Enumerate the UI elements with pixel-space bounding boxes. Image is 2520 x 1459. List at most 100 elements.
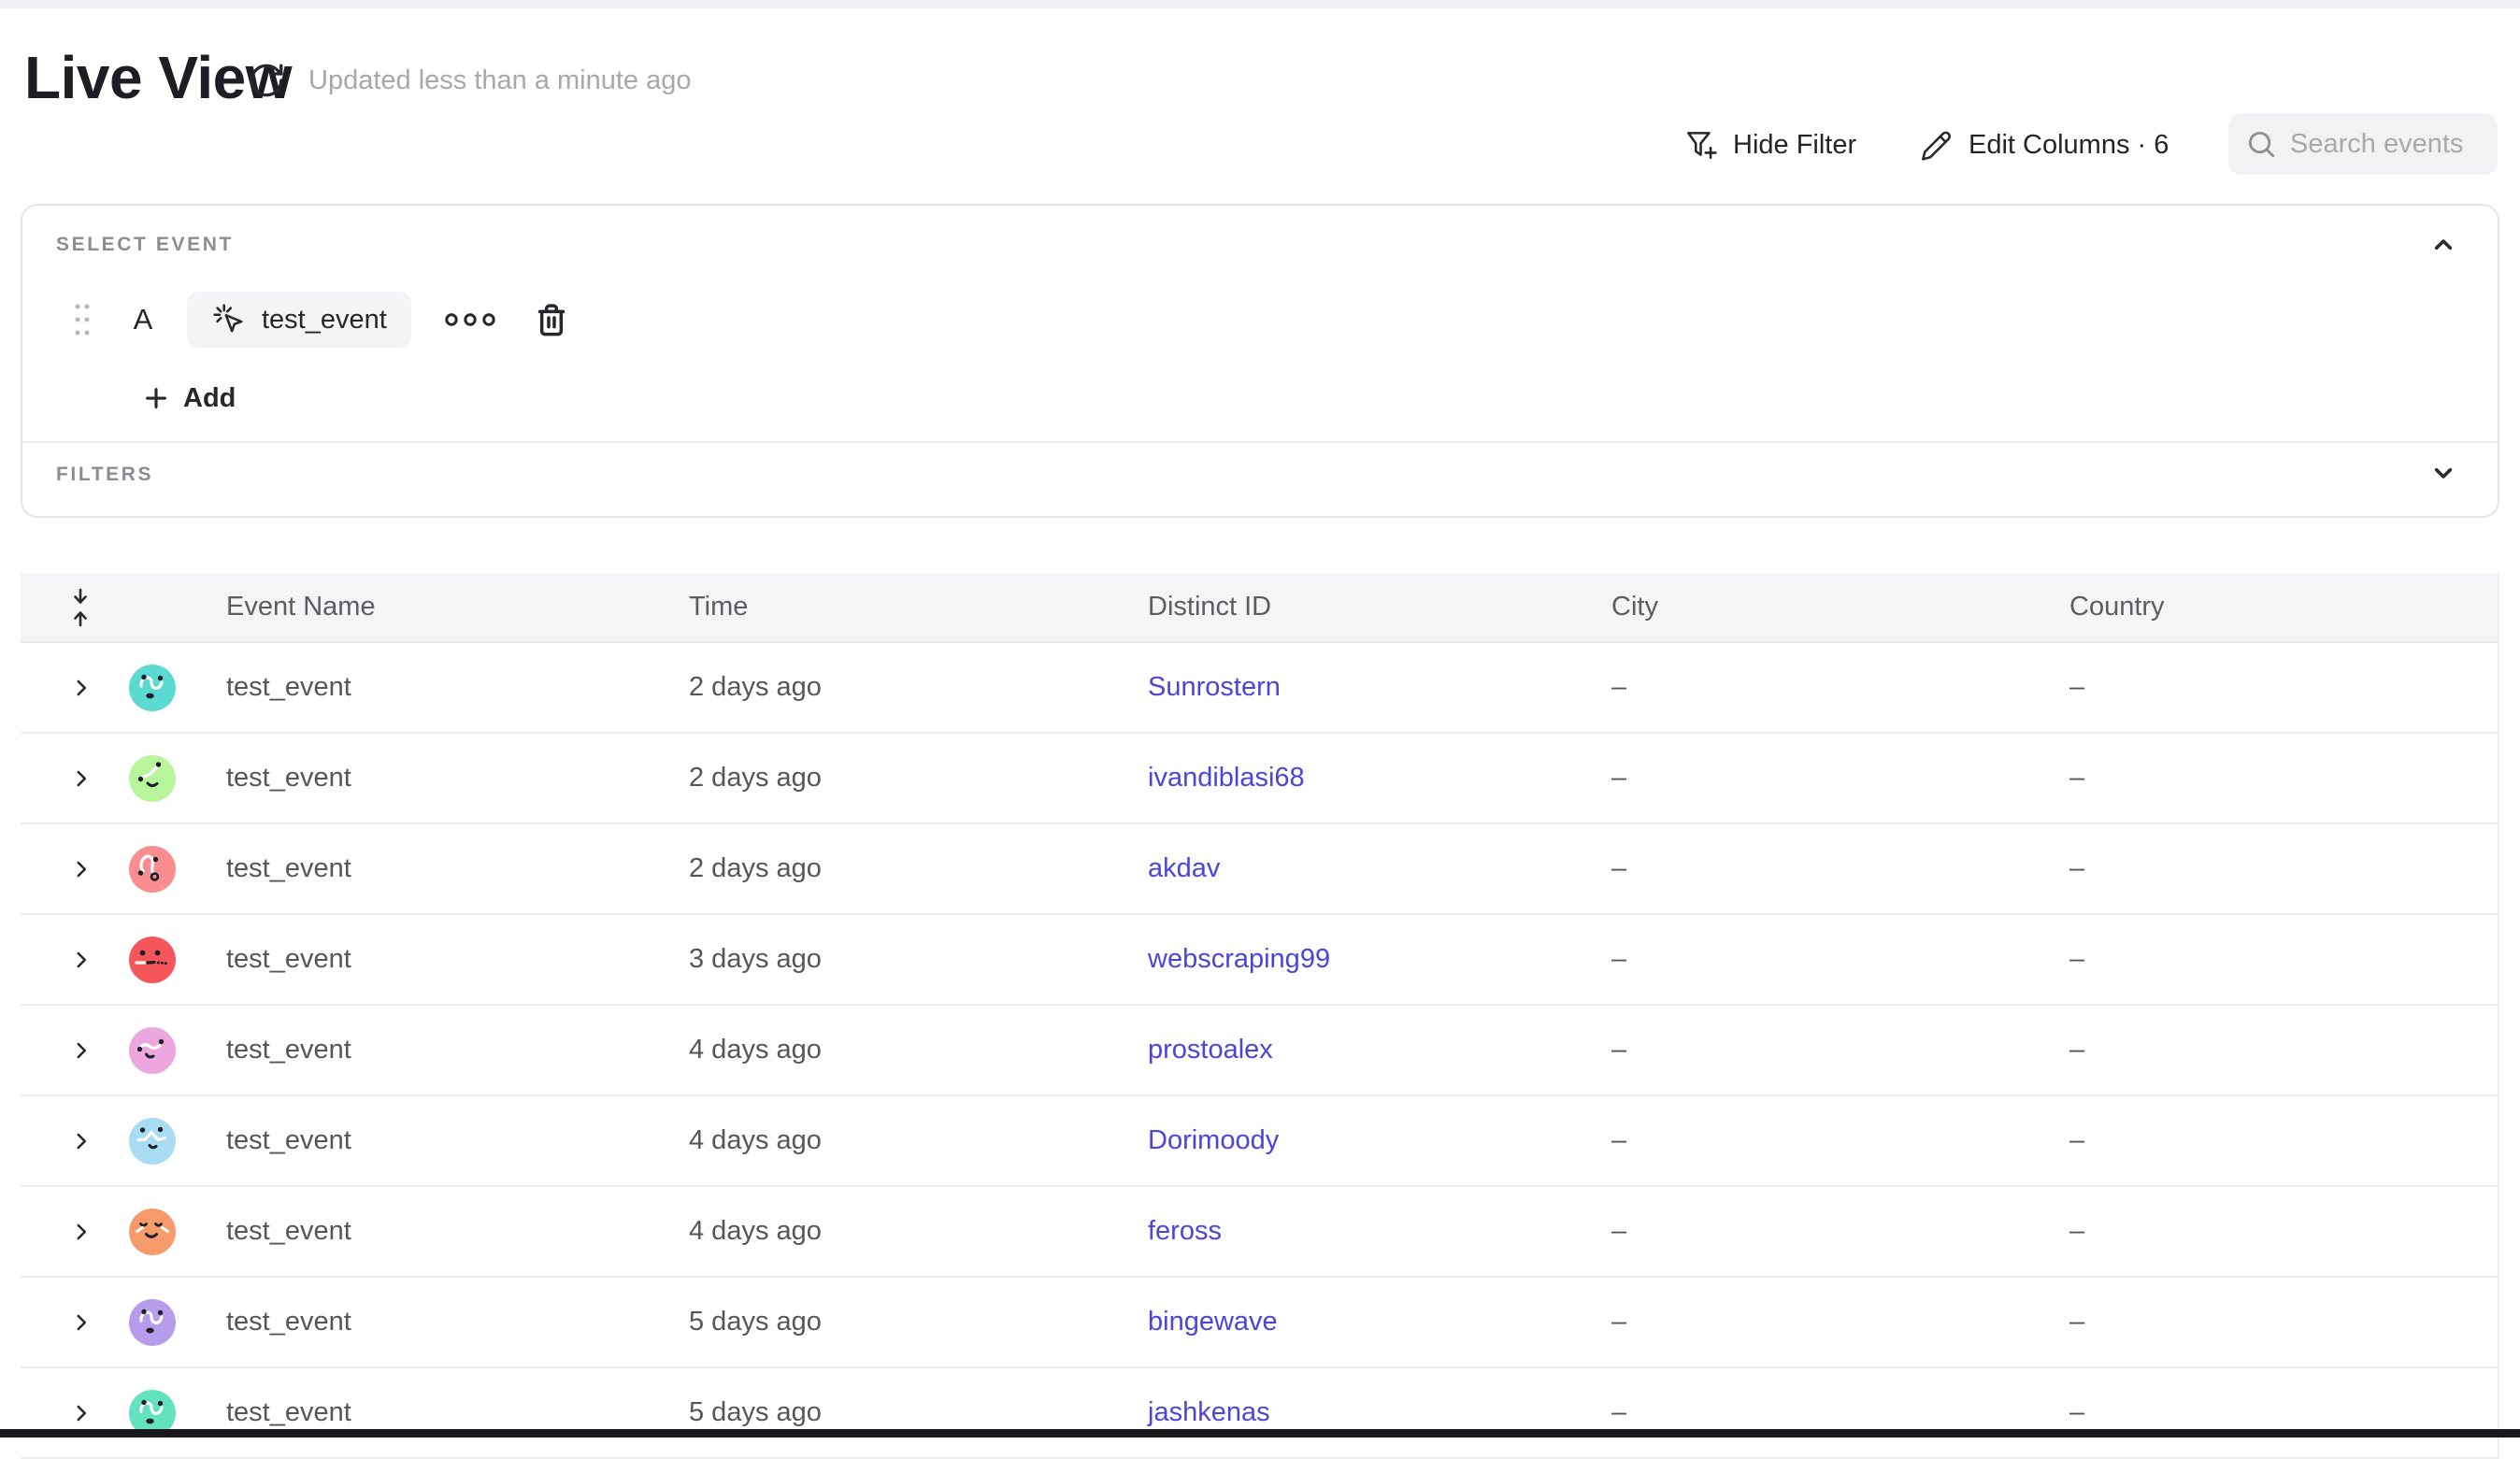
chevron-right-icon (69, 1220, 93, 1244)
row-expand-button[interactable] (69, 1309, 95, 1336)
plus-icon (142, 384, 170, 412)
user-avatar (129, 846, 176, 893)
row-controls-cell (21, 1299, 226, 1346)
table-row: test_event5 days agojashkenas–– (21, 1368, 2498, 1459)
distinct-id-cell: Dorimoody (1148, 1125, 1611, 1156)
country-cell: – (2069, 1035, 2498, 1066)
distinct-id-link[interactable]: prostoalex (1148, 1035, 1273, 1065)
event-options-button[interactable] (443, 308, 497, 331)
row-controls-cell (21, 1027, 226, 1074)
city-cell: – (1611, 853, 2069, 884)
distinct-id-link[interactable]: feross (1148, 1216, 1222, 1246)
face-zigzag-icon (129, 1118, 176, 1165)
table-row: test_event2 days agoivandiblasi68–– (21, 734, 2498, 824)
time-cell: 4 days ago (689, 1216, 1148, 1247)
time-cell: 3 days ago (689, 944, 1148, 975)
event-name-cell: test_event (226, 1216, 689, 1247)
time-cell: 2 days ago (689, 763, 1148, 794)
distinct-id-link[interactable]: Sunrostern (1148, 672, 1281, 702)
expand-filters-button[interactable] (2428, 456, 2470, 490)
event-name-cell: test_event (226, 1397, 689, 1428)
event-query-row: A test_event (71, 292, 570, 348)
distinct-id-cell: webscraping99 (1148, 944, 1611, 975)
chevron-right-icon (69, 1401, 93, 1425)
row-controls-cell (21, 755, 226, 802)
event-name-cell: test_event (226, 672, 689, 703)
series-letter: A (131, 303, 155, 336)
pencil-icon (1918, 127, 1954, 163)
hide-filter-label: Hide Filter (1733, 130, 1856, 161)
chevron-right-icon (69, 1129, 93, 1153)
time-cell: 4 days ago (689, 1125, 1148, 1156)
distinct-id-link[interactable]: bingewave (1148, 1307, 1278, 1337)
distinct-id-link[interactable]: jashkenas (1148, 1397, 1270, 1427)
distinct-id-link[interactable]: akdav (1148, 853, 1220, 883)
face-loop-ring-icon (129, 846, 176, 893)
time-cell: 5 days ago (689, 1307, 1148, 1337)
row-expand-button[interactable] (69, 1219, 95, 1245)
row-expand-button[interactable] (69, 856, 95, 882)
collapse-vertical-icon (67, 586, 93, 629)
selected-event-button[interactable]: test_event (187, 292, 411, 348)
row-expand-button[interactable] (69, 765, 95, 792)
city-cell: – (1611, 1216, 2069, 1247)
city-cell: – (1611, 1035, 2069, 1066)
search-events-input[interactable] (2290, 129, 2468, 160)
chevron-right-icon (69, 1310, 93, 1335)
bottom-window-edge (0, 1429, 2520, 1438)
row-controls-cell (21, 1118, 226, 1165)
page-card (0, 8, 2520, 55)
add-label: Add (183, 383, 236, 414)
country-cell: – (2069, 1307, 2498, 1337)
distinct-id-link[interactable]: Dorimoody (1148, 1125, 1279, 1155)
row-expand-button[interactable] (69, 1400, 95, 1426)
user-avatar (129, 1299, 176, 1346)
event-name-cell: test_event (226, 1125, 689, 1156)
row-expand-button[interactable] (69, 1128, 95, 1154)
user-avatar (129, 755, 176, 802)
search-icon (2245, 128, 2277, 160)
column-header-time: Time (689, 592, 1148, 622)
table-row: test_event5 days agobingewave–– (21, 1278, 2498, 1368)
panel-divider (22, 441, 2498, 443)
hide-filter-button[interactable]: Hide Filter (1682, 123, 1856, 166)
row-expand-button[interactable] (69, 947, 95, 973)
selected-event-label: test_event (262, 305, 387, 336)
time-cell: 2 days ago (689, 672, 1148, 703)
row-expand-button[interactable] (69, 675, 95, 701)
table-row: test_event4 days agofeross–– (21, 1187, 2498, 1278)
distinct-id-cell: Sunrostern (1148, 672, 1611, 703)
delete-event-button[interactable] (533, 301, 570, 338)
distinct-id-cell: prostoalex (1148, 1035, 1611, 1066)
collapse-all-rows-button[interactable] (67, 585, 95, 630)
window-top-strip (0, 0, 2520, 8)
time-cell: 2 days ago (689, 853, 1148, 884)
refresh-button[interactable] (247, 58, 292, 103)
chevron-up-icon (2428, 230, 2470, 260)
row-controls-cell (21, 846, 226, 893)
column-header-country: Country (2069, 592, 2498, 622)
row-expand-button[interactable] (69, 1037, 95, 1064)
time-cell: 5 days ago (689, 1397, 1148, 1428)
distinct-id-cell: ivandiblasi68 (1148, 763, 1611, 794)
chevron-right-icon (69, 766, 93, 791)
trash-icon (533, 301, 570, 338)
distinct-id-link[interactable]: webscraping99 (1148, 944, 1330, 974)
edit-columns-button[interactable]: Edit Columns · 6 (1918, 123, 2169, 166)
collapse-select-event-button[interactable] (2428, 228, 2470, 262)
drag-handle-icon[interactable] (71, 299, 93, 340)
table-row: test_event4 days agoDorimoody–– (21, 1096, 2498, 1187)
click-cursor-icon (211, 302, 247, 337)
search-events-box[interactable] (2228, 113, 2498, 175)
table-header-row: Event NameTimeDistinct IDCityCountry (21, 573, 2498, 643)
country-cell: – (2069, 853, 2498, 884)
select-event-label: SELECT EVENT (56, 234, 234, 256)
add-event-button[interactable]: Add (142, 378, 236, 419)
updated-status: Updated less than a minute ago (308, 65, 692, 96)
city-cell: – (1611, 1125, 2069, 1156)
country-cell: – (2069, 763, 2498, 794)
city-cell: – (1611, 672, 2069, 703)
country-cell: – (2069, 672, 2498, 703)
chevron-right-icon (69, 1038, 93, 1063)
distinct-id-link[interactable]: ivandiblasi68 (1148, 763, 1305, 793)
